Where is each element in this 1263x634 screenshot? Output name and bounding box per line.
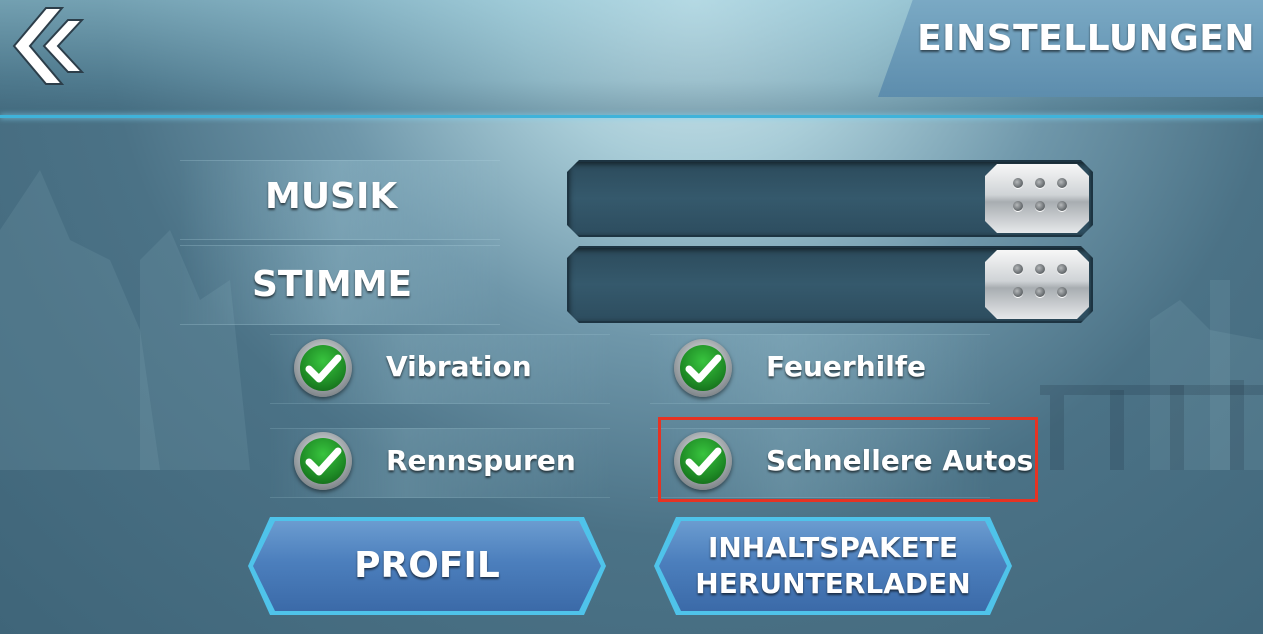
music-slider[interactable] <box>567 160 1093 237</box>
race-lines-checkbox[interactable] <box>294 432 352 490</box>
checkmark-icon <box>305 354 342 383</box>
voice-slider-handle[interactable] <box>985 250 1089 319</box>
voice-label: STIMME <box>252 264 413 305</box>
profile-button-label: PROFIL <box>354 545 500 586</box>
download-button-label-line2: HERUNTERLADEN <box>695 567 971 600</box>
page-title: EINSTELLUNGEN <box>917 18 1255 59</box>
checkmark-icon <box>685 354 722 383</box>
fire-assist-checkbox[interactable] <box>674 339 732 397</box>
download-content-button[interactable]: INHALTSPAKETE HERUNTERLADEN <box>659 521 1007 611</box>
voice-slider[interactable] <box>567 246 1093 323</box>
race-lines-label[interactable]: Rennspuren <box>386 444 576 477</box>
fire-assist-label[interactable]: Feuerhilfe <box>766 350 926 383</box>
checkmark-icon <box>305 447 342 476</box>
download-button-label-line1: INHALTSPAKETE <box>707 531 959 564</box>
profile-button[interactable]: PROFIL <box>253 521 601 611</box>
vibration-label[interactable]: Vibration <box>386 350 532 383</box>
vibration-checkbox[interactable] <box>294 339 352 397</box>
highlight-box <box>658 417 1038 502</box>
header-divider <box>0 115 1263 118</box>
music-label: MUSIK <box>265 176 398 217</box>
double-chevron-left-icon <box>12 7 85 85</box>
back-button[interactable] <box>8 6 88 86</box>
music-slider-handle[interactable] <box>985 164 1089 233</box>
